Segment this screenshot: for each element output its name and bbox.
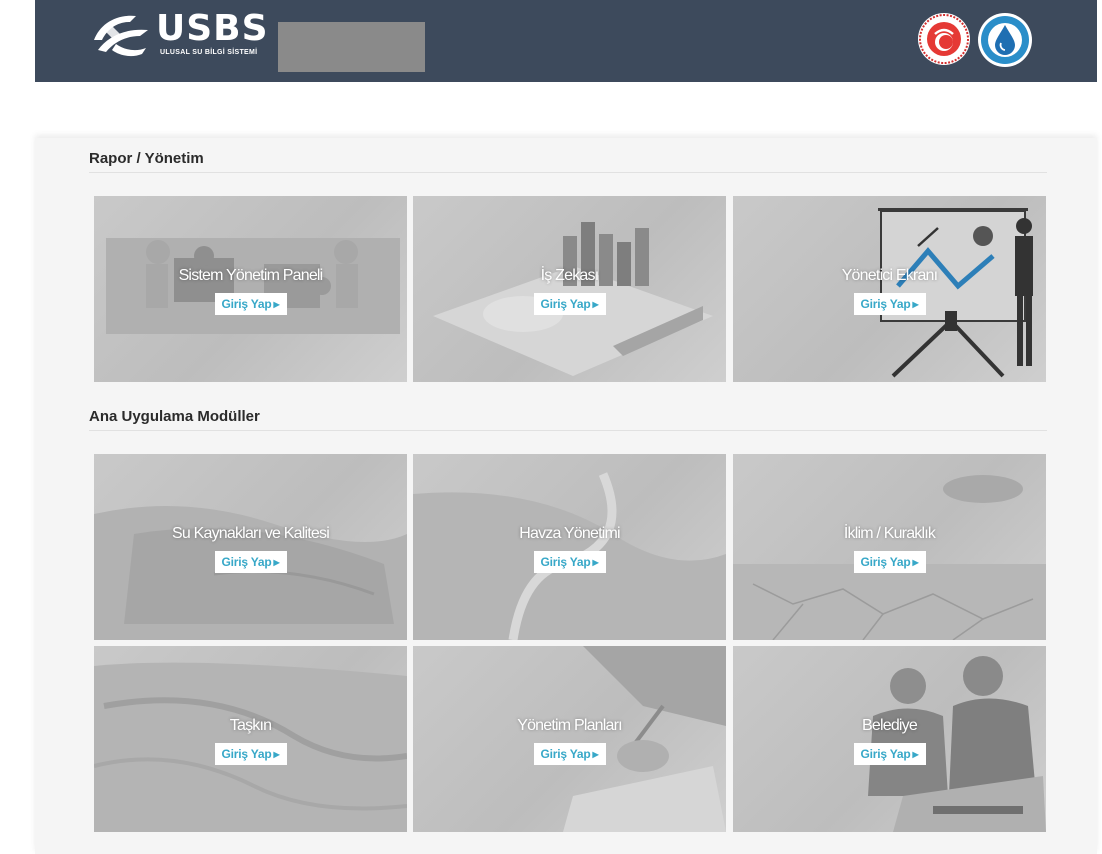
- top-header: USBS ULUSAL SU BİLGİ SİSTEMİ: [35, 0, 1097, 82]
- tile-label: İş Zekası: [540, 267, 600, 284]
- caret-right-icon: ▶: [590, 558, 599, 567]
- usbs-logo[interactable]: USBS ULUSAL SU BİLGİ SİSTEMİ: [90, 8, 280, 68]
- caret-right-icon: ▶: [271, 750, 280, 759]
- button-label: Giriş Yap: [860, 297, 911, 311]
- ministry-seal-icon: [918, 13, 970, 65]
- section-divider: [89, 172, 1047, 173]
- caret-right-icon: ▶: [271, 300, 280, 309]
- usbs-swoosh-icon: [94, 15, 148, 57]
- giris-yap-button[interactable]: Giriş Yap ▶: [533, 293, 606, 315]
- bar-chart-illustration: [433, 222, 713, 376]
- puzzle-people-illustration: [106, 238, 400, 334]
- giris-yap-button[interactable]: Giriş Yap ▶: [533, 551, 606, 573]
- section-title-rapor: Rapor / Yönetim: [89, 150, 204, 167]
- tile-label: Yönetici Ekranı: [841, 267, 938, 284]
- tile-taskin[interactable]: Taşkın Giriş Yap ▶: [94, 646, 407, 832]
- tile-belediye[interactable]: Belediye Giriş Yap ▶: [733, 646, 1046, 832]
- giris-yap-button[interactable]: Giriş Yap ▶: [214, 551, 287, 573]
- tile-label: Havza Yönetimi: [519, 525, 620, 542]
- giris-yap-button[interactable]: Giriş Yap ▶: [214, 293, 287, 315]
- tile-label: İklim / Kuraklık: [843, 525, 936, 542]
- button-label: Giriş Yap: [221, 555, 272, 569]
- water-drop-seal-icon: [978, 13, 1032, 67]
- tile-label: Taşkın: [229, 717, 272, 734]
- tile-yonetici-ekrani[interactable]: Yönetici Ekranı Giriş Yap ▶: [733, 196, 1046, 382]
- river-basin-image: [413, 472, 726, 640]
- coastline-landscape-image: [94, 506, 407, 640]
- tile-label: Belediye: [862, 717, 918, 734]
- tile-label: Su Kaynakları ve Kalitesi: [172, 525, 330, 542]
- caret-right-icon: ▶: [271, 558, 280, 567]
- tile-havza-yonetimi[interactable]: Havza Yönetimi Giriş Yap ▶: [413, 454, 726, 640]
- logo-subtitle: ULUSAL SU BİLGİ SİSTEMİ: [160, 49, 258, 56]
- business-meeting-image: [868, 656, 1046, 832]
- tile-label: Sistem Yönetim Paneli: [178, 267, 324, 284]
- tile-label: Yönetim Planları: [517, 717, 622, 734]
- logo-title: USBS: [156, 8, 269, 49]
- tile-yonetim-planlari[interactable]: Yönetim Planları Giriş Yap ▶: [413, 646, 726, 832]
- tile-su-kaynaklari[interactable]: Su Kaynakları ve Kalitesi Giriş Yap ▶: [94, 454, 407, 640]
- writing-hand-image: [563, 646, 726, 832]
- giris-yap-button[interactable]: Giriş Yap ▶: [853, 293, 926, 315]
- caret-right-icon: ▶: [590, 300, 599, 309]
- tile-iklim-kuraklik[interactable]: İklim / Kuraklık Giriş Yap ▶: [733, 454, 1046, 640]
- redacted-block: [278, 22, 425, 72]
- button-label: Giriş Yap: [221, 747, 272, 761]
- section-divider: [89, 430, 1047, 431]
- giris-yap-button[interactable]: Giriş Yap ▶: [853, 551, 926, 573]
- tile-is-zekasi[interactable]: İş Zekası Giriş Yap ▶: [413, 196, 726, 382]
- button-label: Giriş Yap: [540, 747, 591, 761]
- button-label: Giriş Yap: [540, 297, 591, 311]
- giris-yap-button[interactable]: Giriş Yap ▶: [533, 743, 606, 765]
- presentation-board-illustration: [878, 208, 1033, 378]
- cracked-earth-image: [733, 475, 1046, 640]
- button-label: Giriş Yap: [221, 297, 272, 311]
- button-label: Giriş Yap: [860, 555, 911, 569]
- main-panel: Rapor / Yönetim Sistem Yönetim Paneli Gi…: [35, 138, 1097, 854]
- flood-coast-image: [94, 662, 407, 832]
- caret-right-icon: ▶: [910, 750, 919, 759]
- caret-right-icon: ▶: [910, 558, 919, 567]
- giris-yap-button[interactable]: Giriş Yap ▶: [853, 743, 926, 765]
- caret-right-icon: ▶: [910, 300, 919, 309]
- tile-sistem-yonetim-paneli[interactable]: Sistem Yönetim Paneli Giriş Yap ▶: [94, 196, 407, 382]
- button-label: Giriş Yap: [860, 747, 911, 761]
- button-label: Giriş Yap: [540, 555, 591, 569]
- giris-yap-button[interactable]: Giriş Yap ▶: [214, 743, 287, 765]
- section-title-ana-uygulama: Ana Uygulama Modüller: [89, 408, 260, 425]
- caret-right-icon: ▶: [590, 750, 599, 759]
